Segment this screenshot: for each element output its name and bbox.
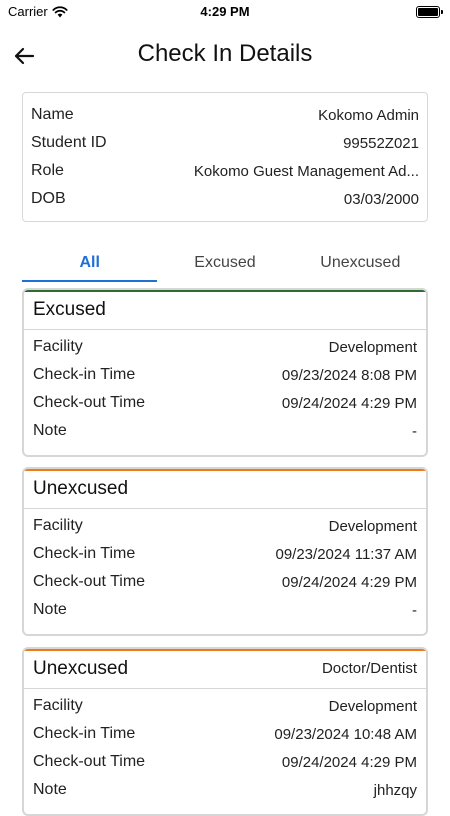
record-value: Development xyxy=(328,697,417,715)
record-label: Check-out Time xyxy=(33,394,146,411)
tab-unexcused[interactable]: Unexcused xyxy=(293,246,428,282)
record-reason: Doctor/Dentist xyxy=(321,660,417,677)
record-row-note: Note - xyxy=(33,417,417,445)
record-value: 09/24/2024 4:29 PM xyxy=(281,753,417,771)
profile-value: 99552Z021 xyxy=(343,134,419,152)
page-title: Check In Details xyxy=(137,40,313,67)
record-header: Unexcused xyxy=(24,469,426,509)
record-label: Facility xyxy=(33,517,83,534)
record-status: Excused xyxy=(33,298,106,320)
record-value: 09/24/2024 4:29 PM xyxy=(281,394,417,412)
record-row-check-in: Check-in Time 09/23/2024 8:08 PM xyxy=(33,361,417,389)
status-bar: Carrier 4:29 PM xyxy=(0,0,450,24)
record-value: jhhzqy xyxy=(373,781,417,799)
record-label: Check-out Time xyxy=(33,573,146,590)
filter-tabs: All Excused Unexcused xyxy=(22,246,428,282)
status-indicator-line xyxy=(24,649,426,651)
profile-label: Student ID xyxy=(31,134,107,151)
record-label: Note xyxy=(33,422,67,439)
status-indicator-line xyxy=(24,469,426,471)
profile-value: 03/03/2000 xyxy=(343,190,419,208)
record-row-check-in: Check-in Time 09/23/2024 10:48 AM xyxy=(33,720,417,748)
record-label: Note xyxy=(33,781,67,798)
record-label: Check-in Time xyxy=(33,366,136,383)
profile-row-role: Role Kokomo Guest Management Ad... xyxy=(31,157,419,185)
record-body: Facility Development Check-in Time 09/23… xyxy=(24,330,426,445)
profile-label: Role xyxy=(31,162,64,179)
profile-row-name: Name Kokomo Admin xyxy=(31,101,419,129)
profile-value: Kokomo Admin xyxy=(318,106,419,124)
record-value: Development xyxy=(328,338,417,356)
profile-label: DOB xyxy=(31,190,66,207)
record-value: Development xyxy=(328,517,417,535)
record-row-check-out: Check-out Time 09/24/2024 4:29 PM xyxy=(33,748,417,776)
record-value: - xyxy=(412,422,417,440)
battery-icon xyxy=(416,6,443,18)
record-row-facility: Facility Development xyxy=(33,333,417,361)
record-label: Check-in Time xyxy=(33,545,136,562)
tab-all[interactable]: All xyxy=(22,246,158,282)
profile-row-student-id: Student ID 99552Z021 xyxy=(31,129,419,157)
record-body: Facility Development Check-in Time 09/23… xyxy=(24,689,426,804)
record-label: Note xyxy=(33,601,67,618)
record-row-note: Note - xyxy=(33,596,417,624)
record-value: 09/23/2024 8:08 PM xyxy=(281,366,417,384)
record-value: 09/24/2024 4:29 PM xyxy=(281,573,417,591)
status-indicator-line xyxy=(24,290,426,292)
record-value: 09/23/2024 11:37 AM xyxy=(275,545,417,563)
record-value: - xyxy=(412,601,417,619)
profile-card: Name Kokomo Admin Student ID 99552Z021 R… xyxy=(22,92,428,222)
record-label: Check-in Time xyxy=(33,725,136,742)
tab-excused[interactable]: Excused xyxy=(157,246,292,282)
record-row-facility: Facility Development xyxy=(33,512,417,540)
record-row-check-out: Check-out Time 09/24/2024 4:29 PM xyxy=(33,389,417,417)
record-body: Facility Development Check-in Time 09/23… xyxy=(24,509,426,624)
profile-row-dob: DOB 03/03/2000 xyxy=(31,185,419,213)
record-status: Unexcused xyxy=(33,477,129,499)
record-label: Facility xyxy=(33,338,83,355)
record-status: Unexcused xyxy=(33,657,129,679)
record-label: Facility xyxy=(33,697,83,714)
profile-label: Name xyxy=(31,106,74,123)
record-row-facility: Facility Development xyxy=(33,692,417,720)
check-in-record[interactable]: Excused Facility Development Check-in Ti… xyxy=(22,288,428,457)
record-header: Excused xyxy=(24,290,426,330)
record-label: Check-out Time xyxy=(33,753,146,770)
status-time: 4:29 PM xyxy=(200,4,250,19)
record-value: 09/23/2024 10:48 AM xyxy=(274,725,417,743)
record-header: Unexcused Doctor/Dentist xyxy=(24,649,426,689)
app-header: Check In Details xyxy=(0,30,450,80)
record-row-check-out: Check-out Time 09/24/2024 4:29 PM xyxy=(33,568,417,596)
check-in-record[interactable]: Unexcused Facility Development Check-in … xyxy=(22,467,428,636)
profile-value: Kokomo Guest Management Ad... xyxy=(193,162,419,180)
record-row-check-in: Check-in Time 09/23/2024 11:37 AM xyxy=(33,540,417,568)
check-in-record[interactable]: Unexcused Doctor/Dentist Facility Develo… xyxy=(22,647,428,816)
